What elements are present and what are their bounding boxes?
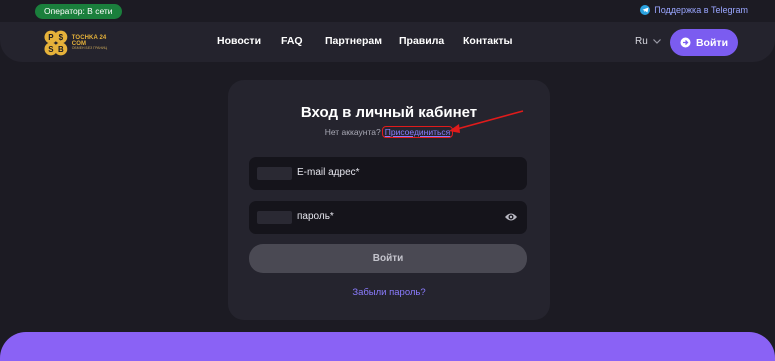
password-icon	[257, 211, 292, 224]
join-link[interactable]: Присоединиться	[381, 126, 454, 138]
header-login-button[interactable]: Войти	[670, 29, 738, 56]
nav-item-news[interactable]: Новости	[217, 35, 261, 47]
operator-status-badge: Оператор: В сети	[35, 4, 122, 19]
nav-item-faq[interactable]: FAQ	[281, 35, 303, 47]
login-card: Вход в личный кабинет Нет аккаунта? Присо…	[228, 80, 550, 320]
submit-login-button[interactable]: Войти	[249, 244, 527, 273]
email-placeholder: E-mail адрес*	[297, 167, 360, 178]
telegram-icon	[640, 5, 651, 15]
language-label: Ru	[635, 36, 648, 47]
telegram-support-link[interactable]: Поддержка в Telegram	[640, 5, 748, 15]
login-icon	[680, 37, 691, 48]
signup-prompt: Нет аккаунта? Присоединиться	[228, 126, 550, 138]
email-field[interactable]: E-mail адрес*	[249, 157, 527, 190]
no-account-text: Нет аккаунта?	[324, 127, 381, 137]
chevron-down-icon	[652, 39, 661, 44]
password-placeholder: пароль*	[297, 211, 334, 222]
login-title: Вход в личный кабинет	[300, 104, 478, 121]
email-icon	[257, 167, 292, 180]
top-bar: Оператор: В сети Поддержка в Telegram	[0, 0, 775, 22]
password-field[interactable]: пароль*	[249, 201, 527, 234]
language-selector[interactable]: Ru	[635, 36, 661, 47]
header-login-label: Войти	[695, 36, 729, 49]
forgot-password-link[interactable]: Забыли пароль?	[228, 287, 550, 298]
eye-icon[interactable]	[504, 211, 518, 223]
nav-item-partners[interactable]: Партнерам	[325, 35, 382, 47]
telegram-support-label: Поддержка в Telegram	[654, 5, 748, 15]
bottom-banner	[0, 332, 775, 361]
nav-item-contacts[interactable]: Контакты	[463, 35, 513, 47]
nav-item-rules[interactable]: Правила	[399, 35, 444, 47]
